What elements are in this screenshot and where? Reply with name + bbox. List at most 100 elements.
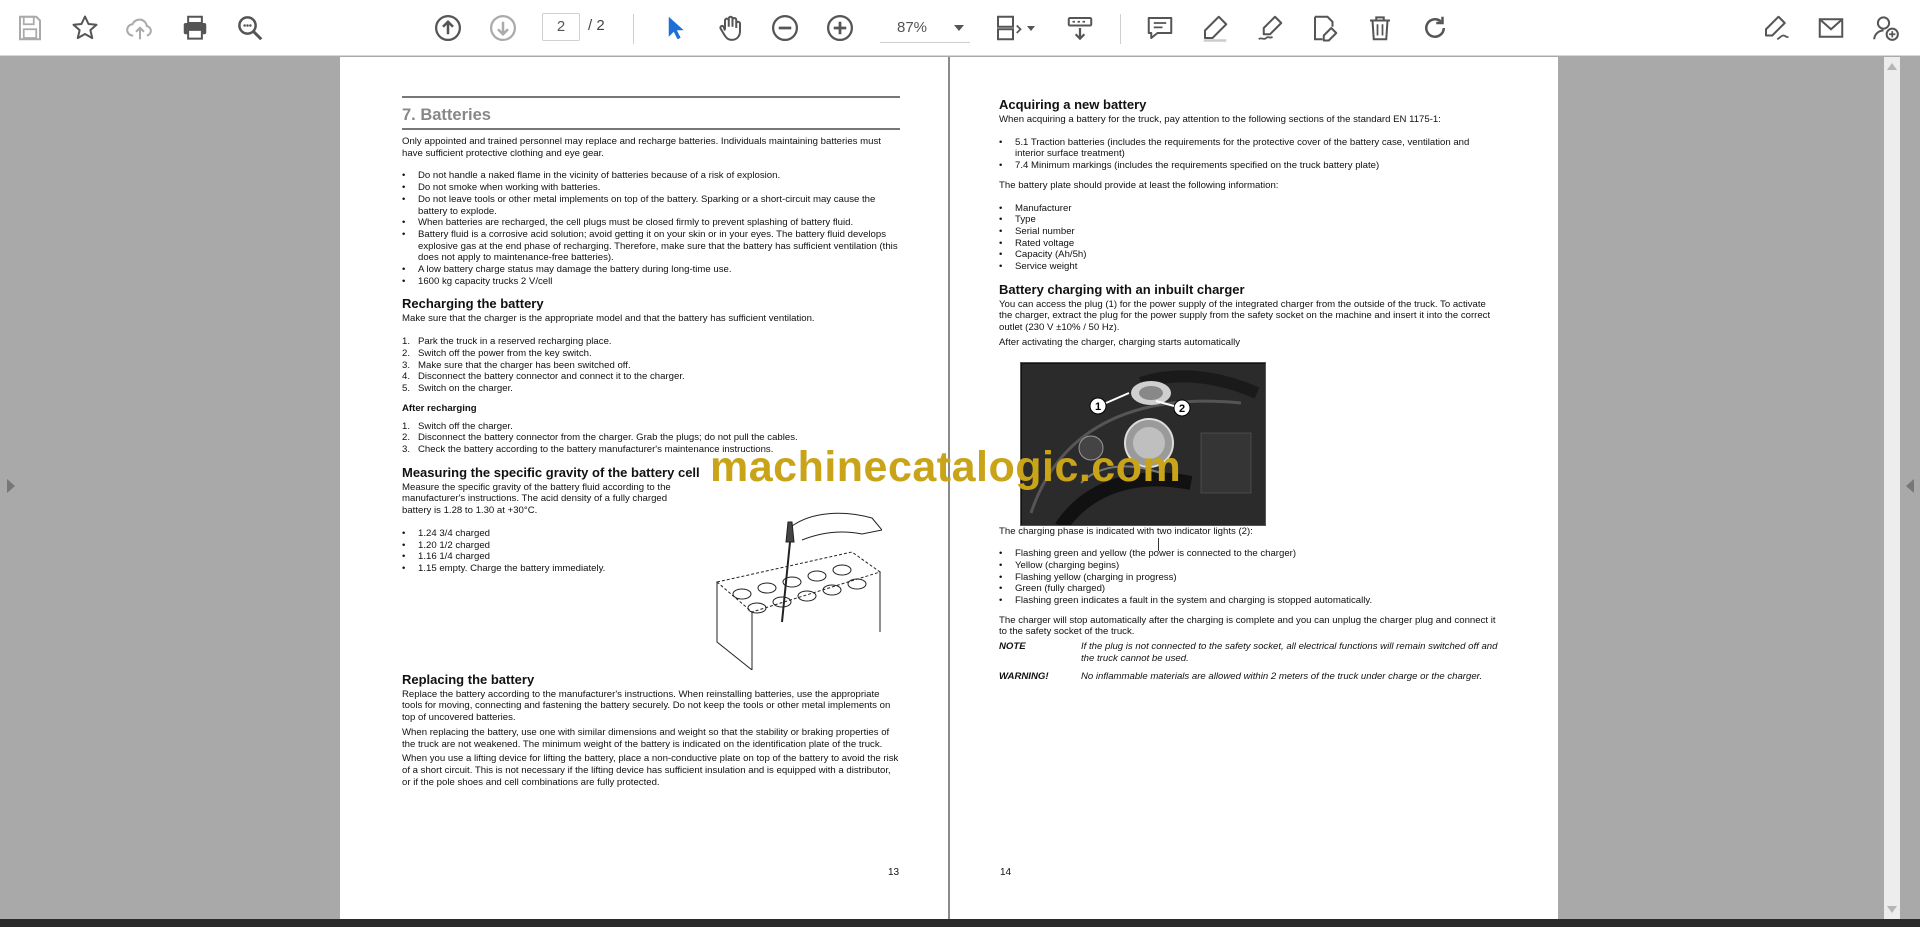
list-item: • Do not handle a naked flame in the vici… [402,170,781,182]
taskbar-strip [0,919,1920,927]
list-item: 3. Make sure that the charger has been sw… [402,359,631,371]
list-item: • Type [999,214,1036,226]
list-item: • Flashing green and yellow (the power is… [999,548,1297,560]
list-item: 2. Switch off the power from the key swit… [402,347,592,359]
list-item: • 5.1 Traction batteries (includes the re… [999,136,1470,160]
list-item: • 1.20 1/2 charged [402,539,491,551]
page-total-label: / 2 [588,17,605,34]
paragraph: The charging phase is indicated with two… [999,525,1253,537]
intro-paragraph: Only appointed and trained personnel may… [402,136,881,159]
page-up-icon[interactable] [430,10,466,46]
chevron-down-icon [954,25,964,31]
list-item: • When batteries are recharged, the cell … [402,217,854,229]
list-item: 1. Park the truck in a reserved rechargin… [402,336,612,348]
list-item: • Battery fluid is a corrosive acid solut… [402,228,898,264]
zoom-select[interactable]: 87% [880,13,970,43]
warning-text: No inflammable materials are allowed wit… [1081,670,1483,682]
section-heading: Replacing the battery [402,671,535,687]
add-user-icon[interactable] [1868,10,1904,46]
warning-block: WARNING! No inflammable materials are al… [999,671,1499,683]
save-icon[interactable] [12,10,48,46]
read-mode-icon[interactable] [1062,10,1098,46]
list-item: • Yellow (charging begins) [999,559,1120,571]
paragraph: When replacing the battery, use one with… [402,726,890,750]
list-item: • 1.24 3/4 charged [402,527,491,539]
recharging-steps: 1. Park the truck in a reserved rechargin… [402,336,900,395]
section-heading: Acquiring a new battery [999,97,1147,112]
text-cursor [1158,538,1159,551]
paragraph: When acquiring a battery for the truck, … [999,114,1441,125]
note-label: NOTE [999,641,1026,653]
paragraph: The charger will stop automatically afte… [999,614,1496,638]
email-icon[interactable] [1813,10,1849,46]
fit-page-dropdown[interactable] [1024,10,1038,46]
bookmark-star-icon[interactable] [67,10,103,46]
note-text: If the plug is not connected to the safe… [1081,641,1498,664]
paragraph: The battery plate should provide at leas… [999,179,1279,191]
page-down-icon[interactable] [485,10,521,46]
hand-pan-icon[interactable] [712,10,748,46]
toolbar-divider [1120,14,1121,44]
watermark-text: machinecatalogic.com [710,443,1182,491]
delete-icon[interactable] [1362,10,1398,46]
standard-list: • 5.1 Traction batteries (includes the re… [999,137,1499,172]
note-block: NOTE If the plug is not connected to the… [999,641,1499,664]
highlight-pen-icon[interactable] [1197,10,1233,46]
paragraph: After activating the charger, charging s… [999,336,1241,348]
page-number-input[interactable]: 2 [542,13,580,41]
list-item: • 1.16 1/4 charged [402,551,491,563]
previous-page-arrow-icon[interactable] [7,479,15,493]
paragraph: You can access the plug (1) for the powe… [999,298,1491,334]
fit-page-icon[interactable] [990,10,1026,46]
list-item: • Do not leave tools or other metal imple… [402,193,876,217]
list-item: • 1600 kg capacity trucks 2 V/cell [402,275,553,287]
list-item: • Do not smoke when working with batterie… [402,182,601,194]
callout-2: 2 [1179,403,1185,415]
list-item: • Manufacturer [999,202,1072,214]
vertical-scrollbar[interactable] [1884,57,1900,919]
list-item: • 1.15 empty. Charge the battery immediat… [402,562,606,574]
zoom-in-icon[interactable] [822,10,858,46]
scroll-up-icon[interactable] [1887,63,1897,70]
list-item: • Flashing yellow (charging in progress) [999,571,1177,583]
zoom-out-icon[interactable] [767,10,803,46]
list-item: • Rated voltage [999,237,1075,249]
section-heading: Battery charging with an inbuilt charger [999,281,1245,297]
page-number: 14 [1000,867,1012,878]
paragraph: Measure the specific gravity of the batt… [402,481,671,517]
next-page-arrow-icon[interactable] [1906,479,1914,493]
toolbar: 2 / 2 87% [0,0,1920,56]
subheading: After recharging [402,402,477,414]
list-item: • Flashing green indicates a fault in the… [999,595,1373,607]
draw-signature-icon[interactable] [1252,10,1288,46]
list-item: 1. Switch off the charger. [402,420,513,432]
paragraph: Make sure that the charger is the approp… [402,313,815,325]
sign-icon[interactable] [1758,10,1794,46]
list-item: 4. Disconnect the battery connector and c… [402,371,685,383]
gravity-list: • 1.24 3/4 charged • 1.20 1/2 charged • 1.1… [402,528,692,575]
toolbar-divider [633,14,634,44]
callout-1: 1 [1095,401,1101,413]
phase-list: • Flashing green and yellow (the power is… [999,548,1499,607]
scroll-down-icon[interactable] [1887,906,1897,913]
list-item: • Service weight [999,261,1078,273]
comment-icon[interactable] [1142,10,1178,46]
page-number: 13 [888,867,900,878]
list-item: • 7.4 Minimum markings (includes the requ… [999,160,1380,172]
edit-text-icon[interactable] [1307,10,1343,46]
hydrometer-illustration [715,512,882,670]
plate-list: • Manufacturer • Type • Serial number • Rate… [999,203,1499,273]
warning-label: WARNING! [999,670,1049,682]
list-item: • Serial number [999,225,1075,237]
select-cursor-icon[interactable] [657,10,693,46]
list-item: • Green (fully charged) [999,583,1106,595]
print-icon[interactable] [177,10,213,46]
list-item: • Capacity (Ah/5h) [999,249,1087,261]
chapter-title: 7. Batteries [402,98,900,130]
upload-cloud-icon[interactable] [122,10,158,46]
rotate-icon[interactable] [1417,10,1453,46]
list-item: 5. Switch on the charger. [402,382,513,394]
zoom-search-icon[interactable] [232,10,268,46]
safety-list: • Do not handle a naked flame in the vici… [402,170,900,287]
paragraph: When you use a lifting device for liftin… [402,753,899,788]
